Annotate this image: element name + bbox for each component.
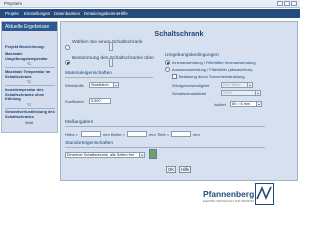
sidebar-header: Aktuelle Ergebnisse [2, 22, 57, 31]
width-field[interactable] [127, 131, 147, 137]
section-divider [65, 126, 265, 127]
menu-detaileingabe[interactable]: Detaileingabeinne [84, 11, 119, 16]
wind-speed-select[interactable]: Kein Wind [221, 82, 253, 88]
height-field[interactable] [81, 131, 101, 137]
window-title-bar: PSystem [0, 0, 300, 8]
project-name-label: Projekt Bezeichnung: [5, 44, 45, 49]
section-divider [65, 77, 153, 78]
depth-field[interactable] [171, 131, 191, 137]
internal-temp-unit: °C [26, 103, 32, 107]
dimensions-section-title: Maßangaben [65, 120, 94, 125]
help-button[interactable]: Hilfe [179, 166, 191, 173]
depth-label: Tiefe = [157, 132, 170, 137]
results-sidebar: Aktuelle Ergebnisse Projekt Bezeichnung:… [1, 21, 58, 133]
chevron-down-icon [139, 153, 144, 157]
determine-cabinet-spinner[interactable] [109, 58, 113, 67]
menu-hilfe[interactable]: Hilfe [119, 11, 128, 16]
depth-unit: mm [193, 132, 200, 137]
menu-bar: Projekt Einstellungen Datenbanken Detail… [0, 9, 300, 18]
ok-button[interactable]: OK [166, 166, 176, 173]
cabinet-color-select[interactable]: Weiß [221, 90, 261, 96]
select-cabinet-spinner[interactable] [109, 42, 113, 51]
select-cabinet-radio[interactable] [65, 45, 70, 50]
outdoor-use-label: Aussenanwendung / Filterlüfter (abwaschb… [172, 67, 253, 72]
minimize-icon[interactable] [277, 1, 283, 6]
select-cabinet-label: Wählen Sie einen Schaltschrank [72, 40, 143, 45]
company-logo: Pfannenberg ELECTRO-TECHNOLOGY FOR INDUS… [203, 183, 274, 221]
chevron-down-icon [113, 83, 118, 87]
isolation-label: Isoliert [214, 102, 226, 107]
indoor-use-radio[interactable] [165, 60, 170, 65]
width-label: Breite = [111, 132, 125, 137]
sidebar-divider [5, 67, 55, 68]
section-divider [65, 147, 265, 148]
height-label: Höhe = [65, 132, 79, 137]
material-section-title: Materialeigenschaften [65, 71, 112, 76]
solar-load-checkbox[interactable] [172, 74, 177, 79]
wind-speed-label: Windgeschwindigkeit [172, 83, 210, 88]
menu-projekt[interactable]: Projekt [5, 11, 19, 16]
maximize-icon[interactable] [284, 1, 290, 6]
cabinet-panel: Schaltschrank Wählen Sie einen Schaltsch… [60, 21, 298, 181]
logo-name: Pfannenberg [203, 189, 255, 199]
outdoor-use-radio[interactable] [165, 67, 170, 72]
sidebar-divider [5, 85, 55, 86]
close-icon[interactable] [291, 1, 297, 6]
ambient-section-title: Umgebungsbedingungen [165, 53, 219, 58]
location-select[interactable]: Einzelner Schaltschrank, alle Seiten fre… [65, 152, 145, 158]
total-power-loss-label: Gesamtverlustleistung des Schaltschranks [5, 109, 55, 119]
height-unit: mm [103, 132, 110, 137]
max-ambient-temp-unit: °C [26, 62, 32, 66]
max-cabinet-temp-label: Maximale Temperatur im Schaltschrank [5, 69, 51, 79]
chevron-down-icon [247, 83, 252, 87]
material-select[interactable]: Stahlblech [89, 82, 119, 88]
isolation-select[interactable]: 60 = 6 mm [230, 101, 262, 107]
window-title: PSystem [4, 1, 23, 6]
indoor-use-label: Innenanwendung / Filterlüfter Innenanwen… [172, 60, 256, 65]
page-title: Schaltschrank [154, 29, 204, 38]
solar-load-label: Belastung durch Sonneneinstrahlung [179, 74, 245, 79]
cabinet-info-icon[interactable] [149, 149, 157, 159]
chevron-down-icon [256, 102, 261, 106]
determine-cabinet-radio[interactable] [65, 60, 70, 65]
coefficient-field[interactable]: 5.500 [89, 98, 111, 104]
location-section-title: Standorteigenschaften [65, 141, 114, 146]
max-ambient-temp-label: Maximale Umgebungstemperatur [5, 51, 48, 61]
determine-cabinet-label: Bestimmung des Schaltschranks über [72, 56, 155, 61]
cabinet-color-label: Schaltschrankfarbe [172, 91, 207, 96]
logo-emblem-icon [255, 183, 274, 205]
max-cabinet-temp-unit: °C [26, 80, 32, 84]
total-power-loss-unit: Watt [25, 121, 33, 125]
chevron-down-icon [255, 91, 260, 95]
menu-datenbanken[interactable]: Datenbanken [54, 11, 80, 16]
menu-einstellungen[interactable]: Einstellungen [24, 11, 50, 16]
logo-tagline: ELECTRO-TECHNOLOGY FOR INDUSTRY [203, 200, 255, 203]
material-label: Werkstoffe [65, 83, 84, 88]
internal-temp-label: Innentemperatur des Schaltschranks ohne … [5, 87, 45, 102]
coefficient-label: Koeffizient [65, 99, 84, 104]
width-unit: mm [149, 132, 156, 137]
